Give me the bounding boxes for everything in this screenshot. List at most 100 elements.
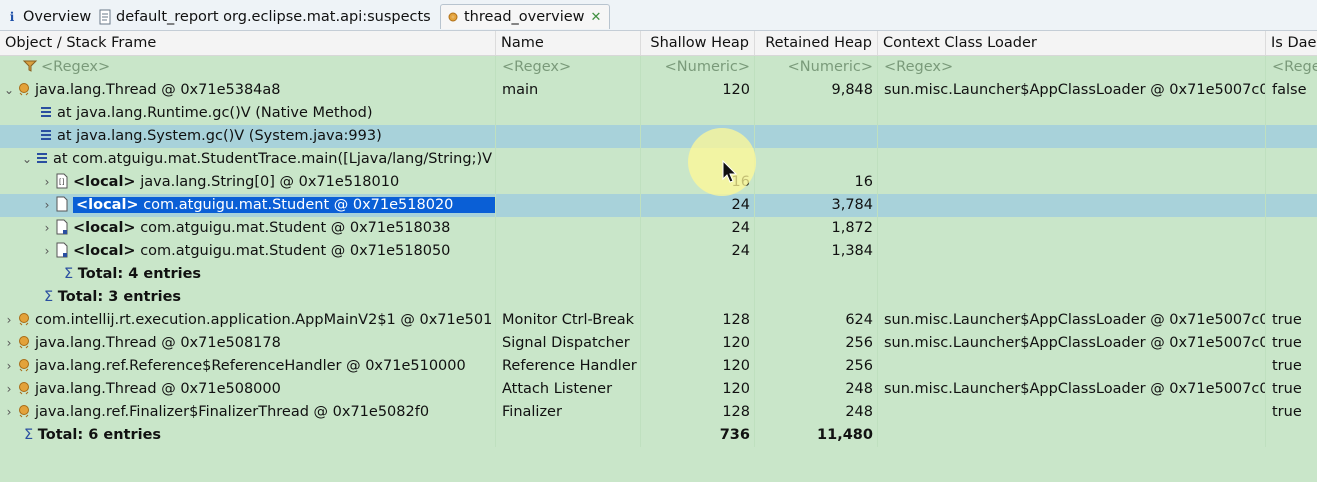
object-label: com.intellij.rt.execution.application.Ap… — [35, 312, 493, 328]
retained-heap: 1,872 — [755, 217, 878, 240]
array-object-icon: [] — [54, 173, 70, 189]
object-label: java.lang.ref.Reference$ReferenceHandler… — [35, 358, 466, 374]
expand-arrow-icon[interactable]: › — [2, 332, 16, 355]
local-tag: <local> — [76, 197, 139, 213]
filter-name-input[interactable]: <Regex> — [496, 56, 641, 79]
expand-arrow-icon[interactable]: › — [2, 309, 16, 332]
table-row[interactable]: ⌄ at com.atguigu.mat.StudentTrace.main([L… — [0, 148, 1317, 171]
col-header-context-class-loader[interactable]: Context Class Loader — [878, 31, 1266, 55]
table-row[interactable]: › [] <local> java.lang.String[0] @ 0x71e51… — [0, 171, 1317, 194]
info-icon: i — [9, 9, 15, 24]
table-row[interactable]: at java.lang.System.gc()V (System.java:9… — [0, 125, 1317, 148]
is-daemon: false — [1272, 82, 1307, 98]
table-row[interactable]: › java.lang.Thread @ 0x71e508000 Attach L… — [0, 378, 1317, 401]
thread-tree-table: <Regex> <Regex> <Numeric> <Numeric> <Reg… — [0, 56, 1317, 447]
object-label: at com.atguigu.mat.StudentTrace.main([Lj… — [53, 151, 493, 167]
retained-heap: 624 — [755, 309, 878, 332]
expand-arrow-icon[interactable]: › — [40, 217, 54, 240]
table-row[interactable]: at java.lang.Runtime.gc()V (Native Metho… — [0, 102, 1317, 125]
table-row[interactable]: › <local> com.atguigu.mat.Student @ 0x71e… — [0, 240, 1317, 263]
shallow-heap: 24 — [641, 217, 755, 240]
col-header-object[interactable]: Object / Stack Frame — [0, 31, 496, 55]
thread-icon — [16, 380, 32, 396]
shallow-heap-total: 736 — [641, 424, 755, 447]
expand-arrow-icon[interactable]: › — [2, 355, 16, 378]
total-label: Total: 4 entries — [77, 266, 202, 282]
thread-icon — [445, 9, 461, 25]
filter-shallow-input[interactable]: <Numeric> — [641, 56, 755, 79]
tab-thread-overview-label: thread_overview — [464, 9, 585, 25]
collapse-arrow-icon[interactable]: ⌄ — [2, 79, 16, 102]
tab-overview[interactable]: i Overview — [0, 4, 92, 29]
stack-frame-icon — [38, 104, 54, 120]
shallow-heap: 120 — [641, 378, 755, 401]
shallow-heap: 24 — [641, 240, 755, 263]
tab-thread-overview[interactable]: thread_overview ✕ — [440, 4, 610, 29]
filter-icon — [22, 58, 38, 74]
table-row[interactable]: › <local> com.atguigu.mat.Student @ 0x71e… — [0, 194, 1317, 217]
object-label: java.lang.Thread @ 0x71e508178 — [35, 335, 281, 351]
shallow-heap: 128 — [641, 401, 755, 424]
table-row[interactable]: › java.lang.ref.Finalizer$FinalizerThread… — [0, 401, 1317, 424]
filter-daemon-input[interactable]: <Regex> — [1266, 56, 1317, 79]
tab-overview-label: Overview — [23, 8, 92, 25]
table-row: Σ Total: 4 entries — [0, 263, 1317, 286]
expand-arrow-icon[interactable]: › — [2, 401, 16, 424]
col-header-is-daemon[interactable]: Is Daemon — [1266, 31, 1317, 55]
shallow-heap: 120 — [641, 332, 755, 355]
filter-object-input[interactable]: <Regex> — [41, 59, 110, 75]
editor-tab-bar: i Overview default_report org.eclipse.ma… — [0, 0, 1317, 31]
expand-arrow-icon[interactable]: › — [40, 171, 54, 194]
col-header-shallow-heap[interactable]: Shallow Heap — [641, 31, 755, 55]
col-header-name[interactable]: Name — [496, 31, 641, 55]
class-loader: sun.misc.Launcher$AppClassLoader @ 0x71e… — [878, 309, 1266, 332]
close-icon[interactable]: ✕ — [591, 10, 602, 25]
is-daemon: true — [1272, 335, 1302, 351]
tab-default-report[interactable]: default_report org.eclipse.mat.api:suspe… — [93, 4, 438, 29]
retained-heap: 248 — [755, 378, 878, 401]
table-row[interactable]: › java.lang.ref.Reference$ReferenceHandle… — [0, 355, 1317, 378]
is-daemon: true — [1272, 358, 1302, 374]
report-icon — [97, 9, 113, 25]
retained-heap: 248 — [755, 401, 878, 424]
local-tag: <local> — [73, 220, 136, 236]
retained-heap-total: 11,480 — [755, 424, 878, 447]
collapse-arrow-icon[interactable]: ⌄ — [20, 148, 34, 171]
col-header-retained-heap[interactable]: Retained Heap — [755, 31, 878, 55]
object-label: com.atguigu.mat.Student @ 0x71e518038 — [140, 220, 451, 236]
table-row[interactable]: ⌄ java.lang.Thread @ 0x71e5384a8 main 120… — [0, 79, 1317, 102]
expand-arrow-icon[interactable]: › — [40, 194, 54, 217]
thread-name: Monitor Ctrl-Break — [496, 309, 641, 332]
class-loader: sun.misc.Launcher$AppClassLoader @ 0x71e… — [878, 378, 1266, 401]
total-label: Total: 6 entries — [37, 427, 162, 443]
is-daemon: true — [1272, 381, 1302, 397]
object-label: java.lang.Thread @ 0x71e5384a8 — [35, 82, 281, 98]
local-tag: <local> — [73, 243, 136, 259]
filter-retained-input[interactable]: <Numeric> — [755, 56, 878, 79]
is-daemon: true — [1272, 404, 1302, 420]
table-row[interactable]: › java.lang.Thread @ 0x71e508178 Signal D… — [0, 332, 1317, 355]
expand-arrow-icon[interactable]: › — [2, 378, 16, 401]
table-row[interactable]: › <local> com.atguigu.mat.Student @ 0x71e… — [0, 217, 1317, 240]
object-label: at java.lang.System.gc()V (System.java:9… — [57, 128, 382, 144]
retained-heap: 256 — [755, 355, 878, 378]
shallow-heap: 120 — [641, 79, 755, 102]
retained-heap: 256 — [755, 332, 878, 355]
filter-loader-input[interactable]: <Regex> — [878, 56, 1266, 79]
object-icon — [54, 242, 70, 258]
retained-heap: 3,784 — [755, 194, 878, 217]
object-icon — [54, 219, 70, 235]
table-row[interactable]: › com.intellij.rt.execution.application.A… — [0, 309, 1317, 332]
object-icon — [54, 196, 70, 212]
sum-icon: Σ — [44, 289, 58, 305]
stack-frame-icon — [34, 150, 50, 166]
class-loader: sun.misc.Launcher$AppClassLoader @ 0x71e… — [878, 79, 1266, 102]
expand-arrow-icon[interactable]: › — [40, 240, 54, 263]
retained-heap: 9,848 — [755, 79, 878, 102]
svg-text:[]: [] — [59, 178, 65, 186]
thread-icon — [16, 403, 32, 419]
total-label: Total: 3 entries — [57, 289, 182, 305]
retained-heap: 16 — [755, 171, 878, 194]
thread-name: Attach Listener — [496, 378, 641, 401]
object-label: com.atguigu.mat.Student @ 0x71e518050 — [140, 243, 451, 259]
